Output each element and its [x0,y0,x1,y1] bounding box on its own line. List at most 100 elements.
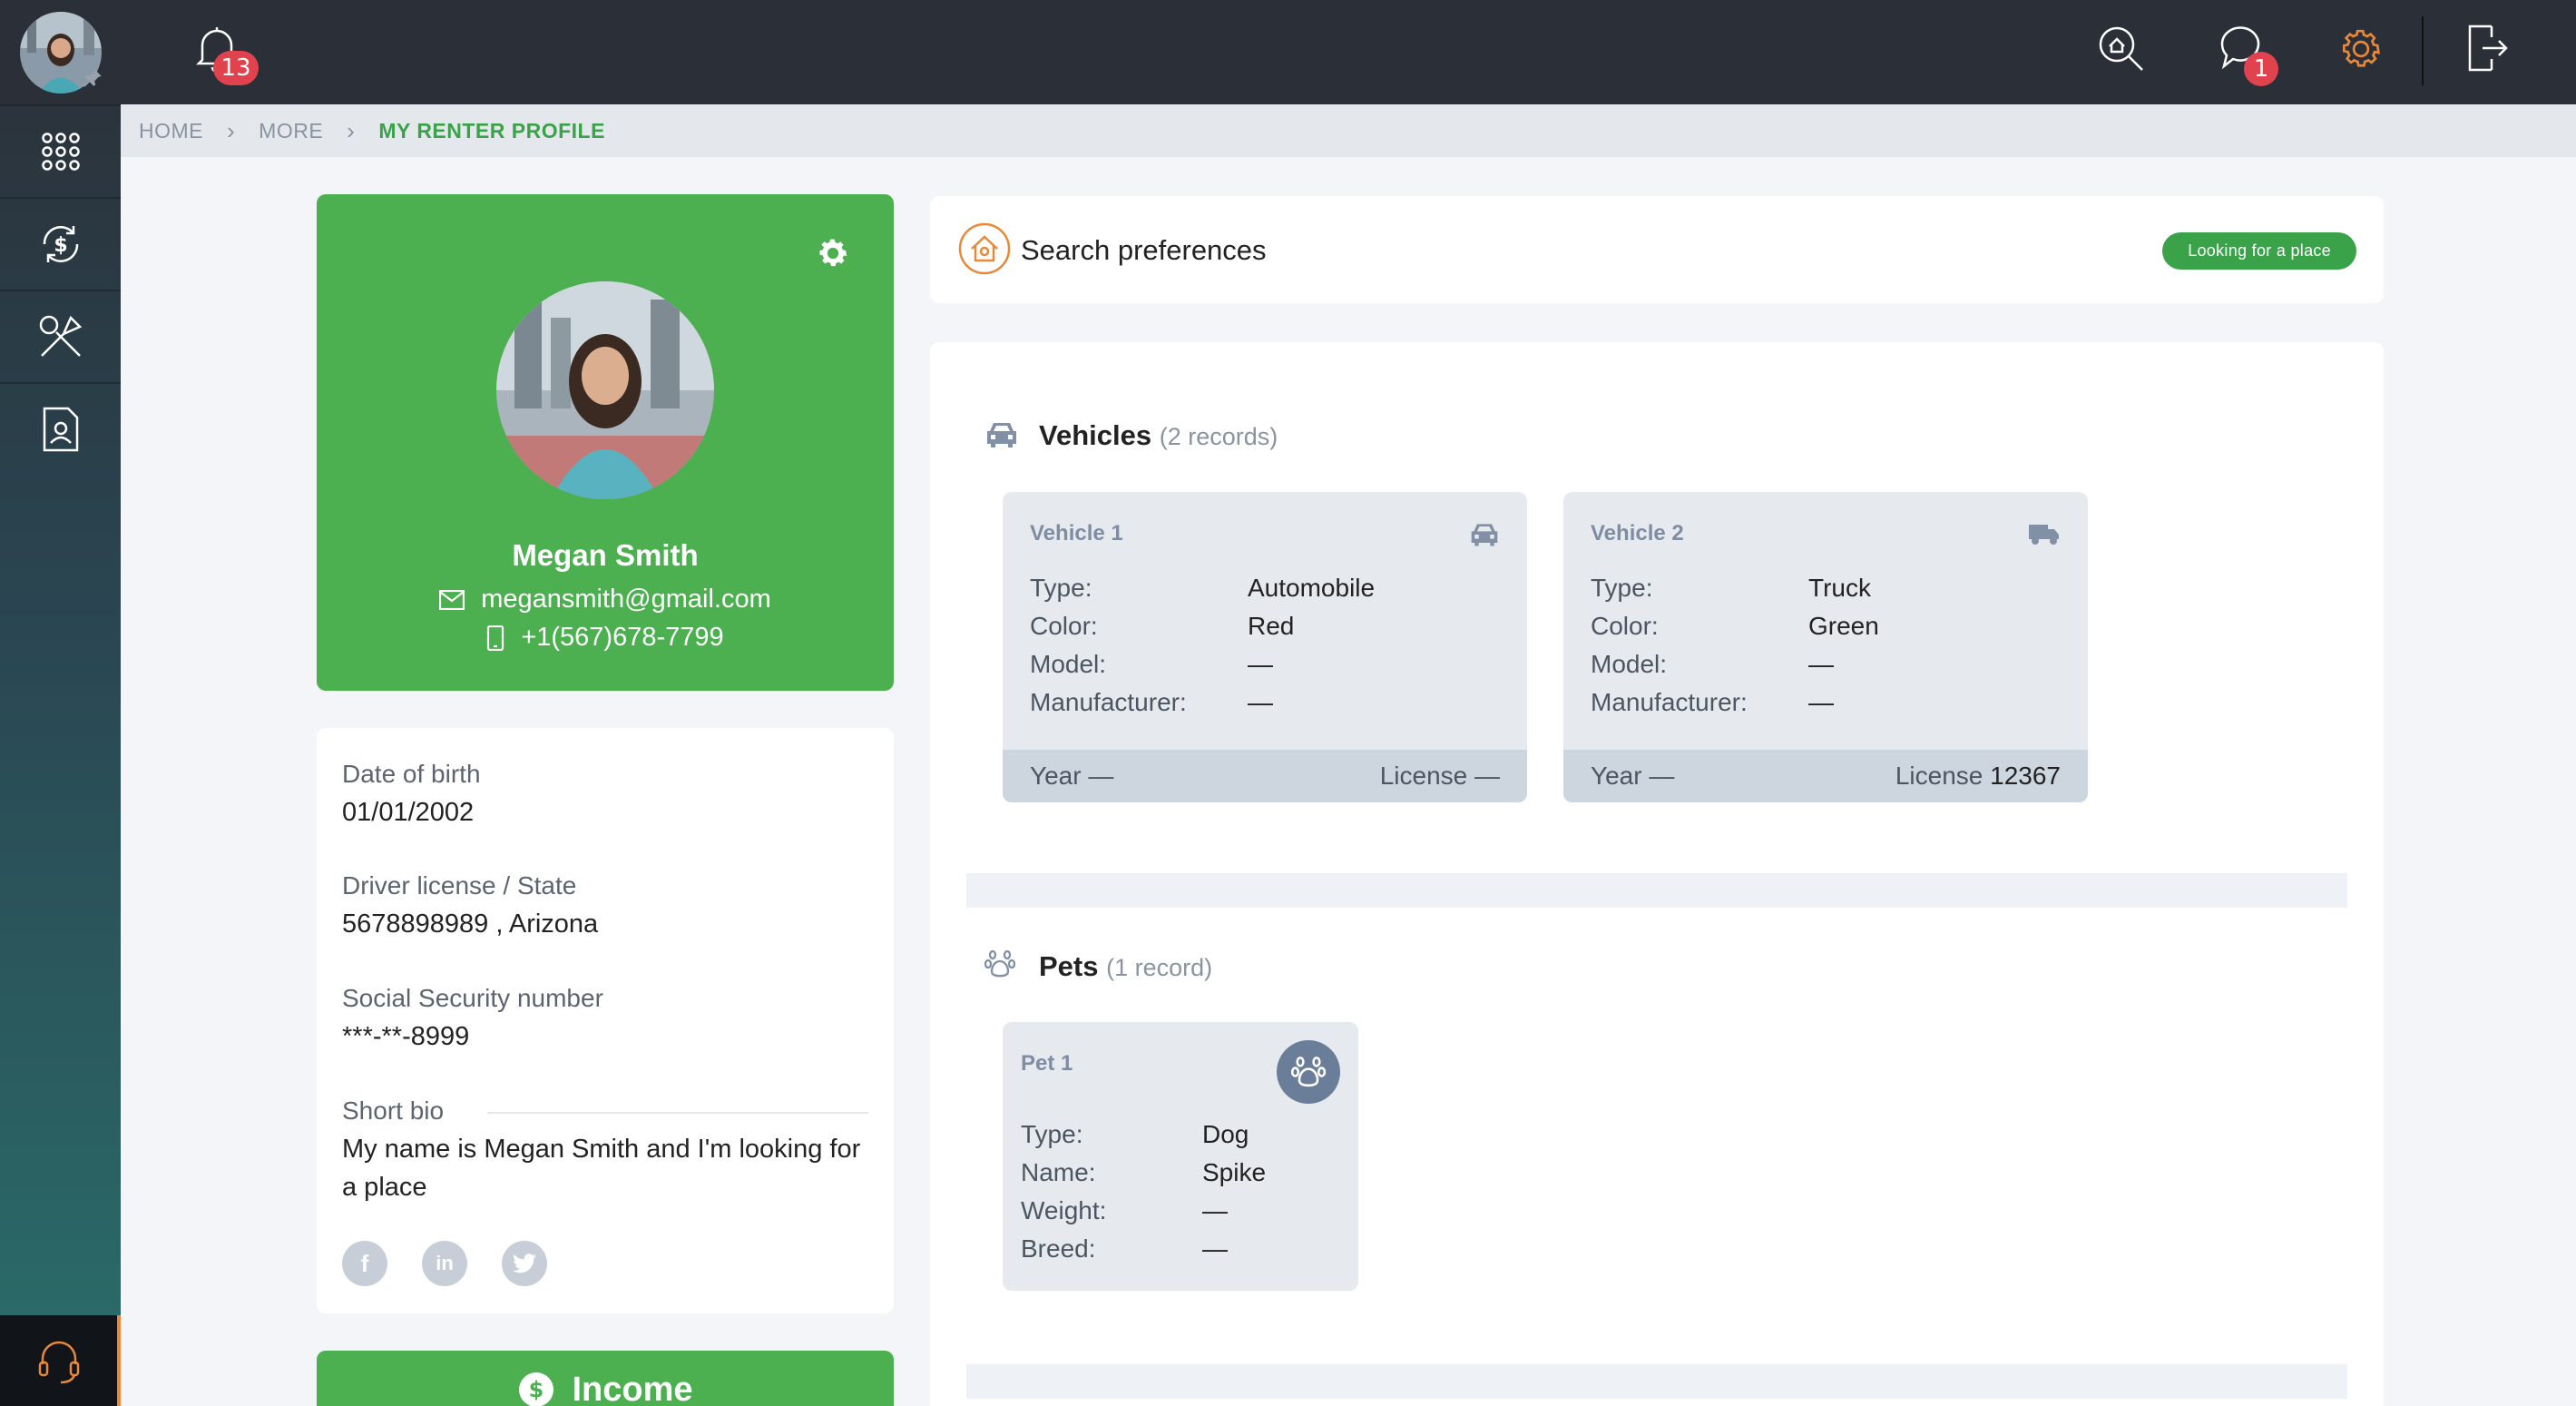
pet-name-value: Spike [1202,1158,1267,1186]
license-label: License [1895,762,1983,790]
messages-button[interactable]: 1 [2217,23,2280,86]
year-label: Year [1591,762,1642,790]
phone-icon [487,624,504,651]
year-value: — [1649,762,1675,790]
vehicle-title: Vehicle 2 [1591,521,1684,546]
profile-settings-gear-icon[interactable] [814,234,852,272]
profile-photo [496,281,714,499]
sidebar-avatar-area[interactable] [0,0,121,104]
income-card[interactable]: $ Income [317,1351,894,1406]
logout-icon[interactable] [2464,23,2512,74]
pet-card[interactable]: Pet 1 Type: Dog Name: Spike Weight: — Br… [1003,1022,1358,1291]
breadcrumb-home[interactable]: HOME [139,119,203,143]
color-label: Color: [1030,612,1098,640]
search-icon[interactable] [2095,23,2148,75]
topbar-separator [2422,16,2424,85]
type-label: Type: [1030,574,1092,602]
pet-weight-label: Weight: [1021,1196,1107,1224]
license-value: 12367 [1990,762,2061,790]
color-value: Green [1808,612,1879,640]
color-label: Color: [1591,612,1659,640]
model-value: — [1248,650,1273,678]
notifications-button[interactable]: 13 [193,24,266,87]
section-divider [966,1364,2347,1399]
car-icon [1471,524,1498,546]
payment-cycle-icon: $ [43,226,78,262]
search-preferences-title: Search preferences [1021,234,1267,266]
facebook-icon[interactable]: f [342,1241,387,1286]
search-preferences-card[interactable]: Search preferences Looking for a place [930,196,2384,303]
license-field: License — [1380,762,1500,791]
ssn-label: Social Security number [342,984,603,1012]
details-card: Date of birth 01/01/2002 Driver license … [317,728,894,1313]
manufacturer-value: — [1248,688,1273,716]
license-label: Driver license / State [342,871,577,900]
ssn-value: ***-**-8999 [342,1022,470,1051]
model-label: Model: [1591,650,1668,678]
model-label: Model: [1030,650,1107,678]
paw-icon [1277,1040,1340,1104]
svg-text:$: $ [529,1377,544,1402]
chevron-right-icon: › [347,116,356,144]
tools-icon [39,315,82,357]
vehicles-title: Vehicles [1039,419,1152,451]
year-field: Year — [1030,762,1113,791]
type-value: Automobile [1248,574,1376,602]
vehicle-footer: Year — License 12367 [1563,750,2088,802]
vehicle-title: Vehicle 1 [1030,521,1123,546]
linkedin-icon[interactable]: in [422,1241,467,1286]
settings-gear-icon[interactable] [2336,25,2385,74]
year-field: Year — [1591,762,1674,791]
profile-document-icon [43,407,78,452]
sidebar: $ [0,0,121,1406]
manufacturer-label: Manufacturer: [1030,688,1187,716]
breadcrumb-more[interactable]: MORE [259,119,323,143]
status-badge: Looking for a place [2162,232,2356,270]
color-value: Red [1248,612,1295,640]
pet-weight-value: — [1202,1196,1228,1224]
license-value: 5678898989 , Arizona [342,909,599,939]
model-value: — [1808,650,1834,678]
paw-icon [984,949,1015,978]
section-divider [966,873,2347,908]
profile-phone[interactable]: +1(567)678-7799 [521,623,723,653]
sidebar-item-tools[interactable] [0,290,121,382]
pet-name-label: Name: [1021,1158,1096,1186]
bio-text-line-1: My name is Megan Smith and I'm looking f… [342,1135,861,1164]
profile-email-row: megansmith@gmail.com [317,585,894,615]
type-value: Truck [1808,574,1871,602]
manufacturer-value: — [1808,688,1834,716]
car-icon [987,423,1016,447]
pets-section-title: Pets (1 record) [1039,950,1212,983]
license-field: License 12367 [1895,762,2061,791]
twitter-icon[interactable] [502,1241,547,1286]
headset-icon [38,1341,79,1384]
dob-label: Date of birth [342,760,481,788]
svg-text:$: $ [54,234,67,257]
mail-icon [439,589,465,610]
chevron-right-icon: › [227,116,236,144]
sidebar-item-profile-doc[interactable] [0,382,121,475]
sidebar-item-apps[interactable] [0,104,121,197]
topbar: 13 1 [121,0,2576,104]
profile-card: Megan Smith megansmith@gmail.com +1(567)… [317,194,894,691]
notification-count-badge: 13 [213,51,259,85]
vehicle-card[interactable]: Vehicle 1 Type: Automobile Color: Red Mo… [1003,492,1527,802]
income-label: Income [572,1371,693,1406]
message-count-badge: 1 [2244,52,2278,86]
vehicle-footer: Year — License — [1003,750,1527,802]
type-label: Type: [1591,574,1653,602]
sidebar-item-payments[interactable]: $ [0,197,121,290]
pet-breed-label: Breed: [1021,1234,1096,1263]
vehicle-card[interactable]: Vehicle 2 Type: Truck Color: Green Model… [1563,492,2088,802]
breadcrumb: HOME › MORE › MY RENTER PROFILE [121,104,2576,157]
records-card: Vehicles (2 records) Vehicle 1 Type: Aut… [930,342,2384,1406]
bio-text-line-2: a place [342,1173,427,1202]
home-search-icon [958,222,1011,275]
truck-icon [2029,525,2059,545]
pets-count: (1 record) [1106,954,1213,981]
pin-icon[interactable] [81,66,104,90]
profile-email[interactable]: megansmith@gmail.com [481,585,771,615]
support-button[interactable] [0,1315,121,1406]
dob-value: 01/01/2002 [342,798,475,827]
